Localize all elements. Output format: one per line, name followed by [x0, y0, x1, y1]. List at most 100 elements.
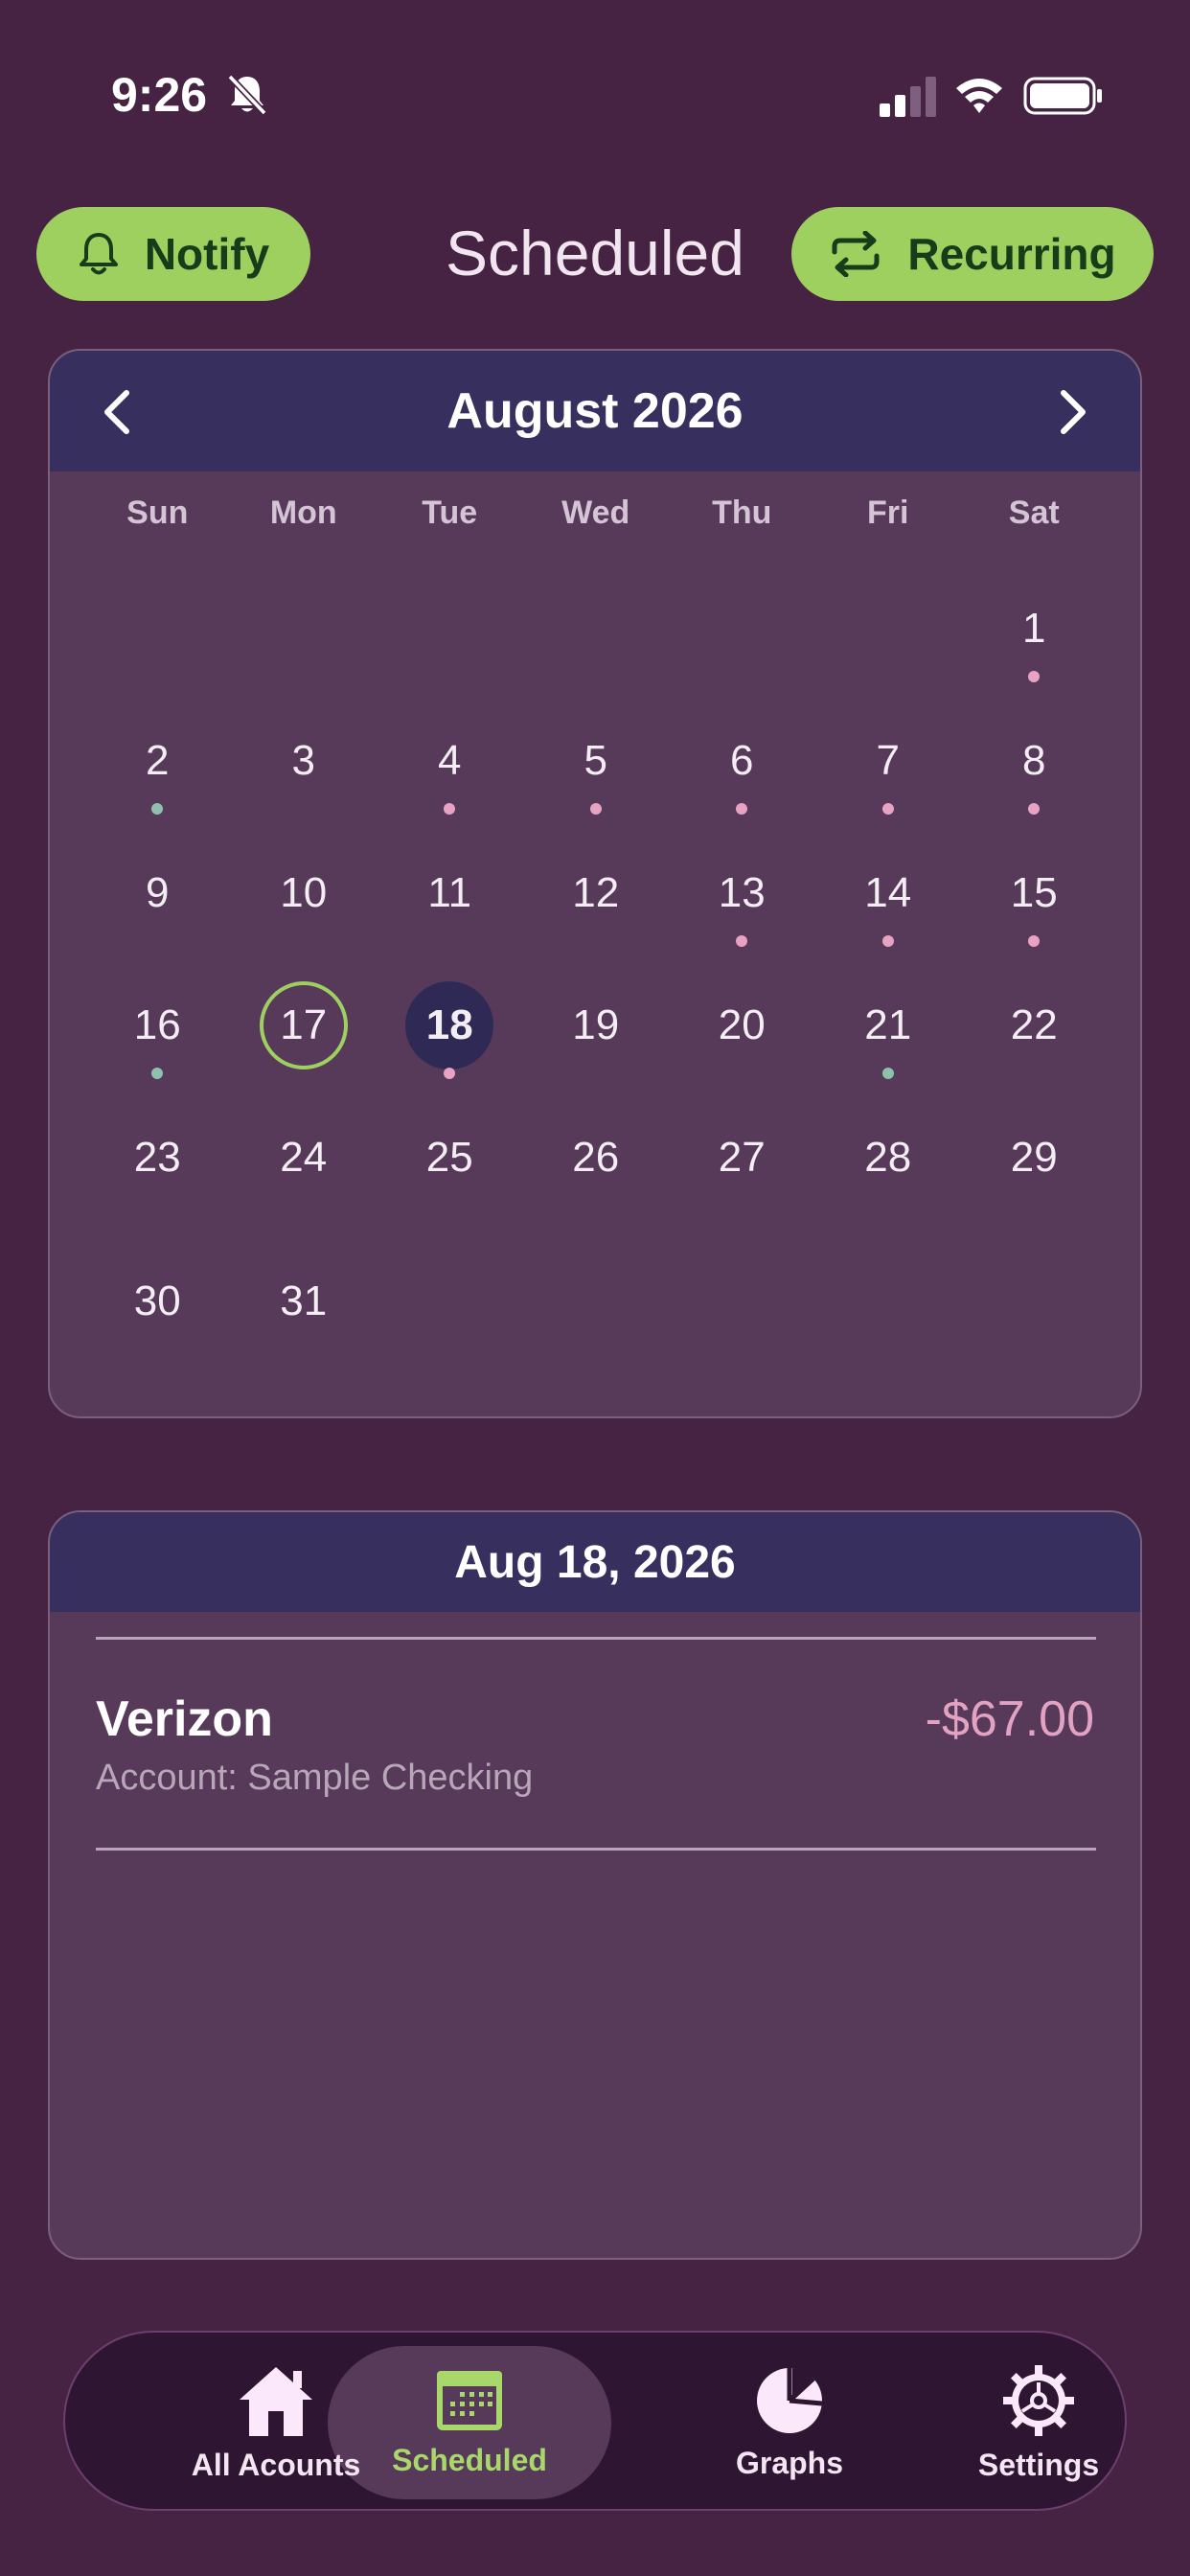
scheduled-dot — [151, 1068, 164, 1079]
scheduled-dot — [444, 803, 456, 815]
calendar-day[interactable]: 20 — [669, 954, 815, 1096]
calendar-day[interactable]: 31 — [231, 1230, 378, 1372]
scheduled-dot — [589, 803, 602, 815]
pie-chart-icon — [757, 2367, 823, 2433]
calendar-day[interactable]: 24 — [231, 1087, 378, 1229]
calendar-day[interactable]: 26 — [523, 1087, 670, 1229]
scheduled-dot — [881, 935, 894, 947]
calendar-day-number: 11 — [427, 869, 472, 916]
calendar-empty-cell — [523, 1230, 670, 1372]
calendar-day[interactable]: 23 — [84, 1087, 231, 1229]
calendar-card: August 2026 Sun Mon Tue Wed Thu Fri Sat 123456… — [48, 349, 1142, 1418]
calendar-day[interactable]: 1 — [961, 558, 1108, 700]
calendar-week: 30 31 — [84, 1230, 1108, 1372]
calendar-day-number: 31 — [280, 1277, 328, 1324]
calendar-day-number: 5 — [584, 737, 607, 784]
nav-item-settings[interactable]: Settings — [895, 2333, 1182, 2513]
calendar-day[interactable]: 29 — [961, 1087, 1108, 1229]
calendar-day-number: 7 — [876, 737, 900, 784]
calendar-day[interactable]: 13 — [669, 822, 815, 964]
chevron-right-icon[interactable] — [1044, 385, 1098, 439]
calendar-day-number: 22 — [1010, 1001, 1058, 1048]
status-time: 9:26 — [111, 68, 208, 122]
calendar-empty-cell — [961, 1230, 1108, 1372]
calendar-day-number: 17 — [280, 1001, 328, 1048]
calendar-day[interactable]: 17 — [231, 954, 378, 1096]
scheduled-dot — [1028, 935, 1041, 947]
calendar-day[interactable]: 14 — [815, 822, 962, 964]
calendar-empty-cell — [815, 558, 962, 700]
cellular-signal-icon — [880, 77, 936, 117]
calendar-day[interactable]: 8 — [961, 690, 1108, 832]
scheduled-dot — [736, 935, 748, 947]
calendar-day[interactable]: 5 — [523, 690, 670, 832]
recurring-label: Recurring — [907, 229, 1116, 279]
calendar-empty-cell — [669, 1230, 815, 1372]
calendar-day[interactable]: 3 — [231, 690, 378, 832]
calendar-day[interactable]: 19 — [523, 954, 670, 1096]
weekday-label: Mon — [269, 494, 337, 531]
scheduled-dot — [151, 803, 164, 815]
nav-label-graphs: Graphs — [735, 2445, 844, 2480]
calendar-day-number: 2 — [146, 737, 170, 784]
calendar-day-number: 13 — [718, 869, 766, 916]
wifi-icon — [956, 79, 1002, 113]
scheduled-dot — [444, 1068, 456, 1079]
calendar-day-number: 18 — [425, 1001, 473, 1048]
calendar-day-number: 19 — [572, 1001, 620, 1048]
calendar-icon — [437, 2370, 502, 2430]
bell-slash-icon — [227, 74, 267, 116]
notify-label: Notify — [144, 229, 270, 279]
calendar-day[interactable]: 30 — [84, 1230, 231, 1372]
calendar-day-grid: 1 2 3 4 5 6 7 8 9 10 11 12 13 14 15 16 17 18 19 20 21 22 23 24 2… — [84, 558, 1108, 1363]
calendar-day[interactable]: 15 — [961, 822, 1108, 964]
calendar-day[interactable]: 9 — [84, 822, 231, 964]
home-icon — [240, 2366, 312, 2436]
calendar-week: 1 — [84, 558, 1108, 700]
scheduled-dot — [736, 803, 748, 815]
scheduled-dot — [1028, 803, 1041, 815]
calendar-day-number: 8 — [1022, 737, 1046, 784]
calendar-day-number: 20 — [718, 1001, 766, 1048]
nav-label-settings: Settings — [977, 2447, 1100, 2482]
bottom-nav: All Acounts Scheduled Graphs Settings — [63, 2331, 1127, 2511]
calendar-day[interactable]: 2 — [84, 690, 231, 832]
scheduled-dot — [881, 1068, 894, 1079]
calendar-day[interactable]: 6 — [669, 690, 815, 832]
calendar-day[interactable]: 27 — [669, 1087, 815, 1229]
nav-item-scheduled[interactable]: Scheduled — [328, 2333, 611, 2513]
calendar-day[interactable]: 28 — [815, 1087, 962, 1229]
calendar-day-number: 12 — [572, 869, 620, 916]
repeat-icon — [832, 231, 880, 277]
calendar-empty-cell — [523, 558, 670, 700]
calendar-day[interactable]: 12 — [523, 822, 670, 964]
weekday-label: Fri — [867, 494, 909, 531]
calendar-day[interactable]: 25 — [377, 1087, 523, 1229]
calendar-day[interactable]: 7 — [815, 690, 962, 832]
calendar-day[interactable]: 4 — [377, 690, 523, 832]
transaction-account: Account: Sample Checking — [96, 1758, 534, 1798]
weekday-label: Tue — [422, 494, 478, 531]
calendar-week: 23 24 25 26 27 28 29 — [84, 1087, 1108, 1229]
calendar-day[interactable]: 22 — [961, 954, 1108, 1096]
calendar-day[interactable]: 11 — [377, 822, 523, 964]
calendar-day-number: 1 — [1022, 605, 1046, 652]
calendar-header: August 2026 — [50, 351, 1140, 472]
calendar-day[interactable]: 10 — [231, 822, 378, 964]
notify-button[interactable]: Notify — [36, 207, 310, 301]
calendar-day[interactable]: 18 — [377, 954, 523, 1096]
weekday-label: Sun — [126, 494, 189, 531]
calendar-day[interactable]: 21 — [815, 954, 962, 1096]
nav-label-scheduled: Scheduled — [392, 2442, 547, 2477]
chevron-left-icon[interactable] — [92, 385, 146, 439]
calendar-day[interactable]: 16 — [84, 954, 231, 1096]
nav-item-graphs[interactable]: Graphs — [646, 2333, 933, 2513]
scheduled-screen: 9:26 Notify Scheduled Recurring August 2… — [0, 0, 1190, 2576]
recurring-button[interactable]: Recurring — [791, 207, 1154, 301]
agenda-header: Aug 18, 2026 — [50, 1512, 1140, 1612]
transaction-name: Verizon — [96, 1691, 273, 1747]
weekday-label: Wed — [561, 494, 630, 531]
status-bar: 9:26 — [0, 0, 1190, 192]
calendar-week: 16 17 18 19 20 21 22 — [84, 954, 1108, 1096]
calendar-day-number: 3 — [291, 737, 315, 784]
